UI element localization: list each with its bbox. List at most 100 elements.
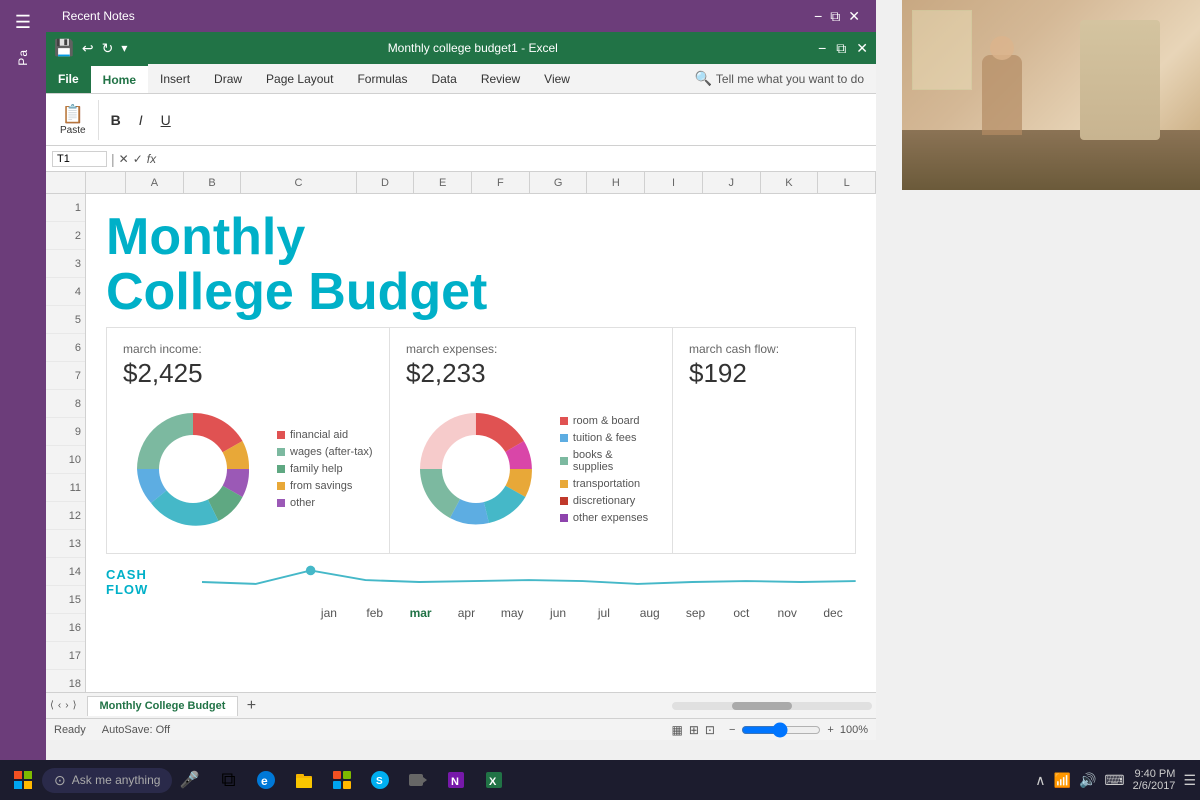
sheet-nav-next[interactable]: ›: [65, 700, 68, 711]
view-normal-btn[interactable]: ▦: [672, 723, 683, 737]
svg-text:S: S: [376, 776, 383, 787]
cortana-search[interactable]: ⊙ Ask me anything: [42, 768, 172, 793]
taskbar-store[interactable]: [324, 762, 360, 798]
row-number-16: 16: [46, 614, 85, 642]
taskbar-onenote[interactable]: N: [438, 762, 474, 798]
taskbar-files[interactable]: [286, 762, 322, 798]
taskbar-volume-icon[interactable]: 🔊: [1079, 772, 1096, 789]
taskbar-task-view[interactable]: ⧉: [210, 762, 246, 798]
sheet-nav-last[interactable]: ⟩: [73, 700, 77, 711]
svg-text:X: X: [489, 776, 497, 788]
save-icon[interactable]: 💾: [54, 38, 74, 58]
exp-legend-5: discretionary: [560, 495, 656, 507]
col-header-F: F: [472, 172, 530, 193]
confirm-formula-btn[interactable]: ✓: [133, 152, 143, 166]
spreadsheet-content: Monthly College Budget march income: $2,…: [86, 194, 876, 636]
legend-dot-2: [277, 448, 285, 456]
ribbon-btn-underline[interactable]: U: [155, 108, 177, 132]
main-grid: ABCDEFGHIJKL Monthly College Budget: [86, 172, 876, 692]
redo-icon[interactable]: ↻: [102, 40, 114, 57]
scroll-thumb[interactable]: [732, 702, 792, 710]
quick-access-toolbar: 💾 ↩ ↻ ▾: [54, 38, 127, 58]
onenote-sidebar: ☰ Pa: [0, 0, 46, 800]
taskbar-edge[interactable]: e: [248, 762, 284, 798]
ribbon-btn-paste[interactable]: 📋 Paste: [54, 100, 92, 140]
formula-icon[interactable]: fx: [147, 152, 156, 166]
tab-formulas[interactable]: Formulas: [345, 64, 419, 93]
excel-close[interactable]: ✕: [856, 40, 868, 57]
legend-item-2: wages (after-tax): [277, 446, 373, 458]
tab-view[interactable]: View: [532, 64, 582, 93]
sheet-nav-first[interactable]: ⟨: [50, 700, 54, 711]
start-button[interactable]: [4, 761, 42, 799]
taskbar-network-icon[interactable]: 📶: [1054, 772, 1071, 789]
scroll-track: [672, 702, 872, 710]
row-number-11: 11: [46, 474, 85, 502]
cells-content: Monthly College Budget march income: $2,…: [86, 194, 876, 692]
svg-text:e: e: [261, 774, 268, 788]
tab-data[interactable]: Data: [419, 64, 468, 93]
budget-title: Monthly College Budget: [106, 210, 856, 319]
tab-page-layout[interactable]: Page Layout: [254, 64, 345, 93]
zoom-slider[interactable]: [741, 722, 821, 738]
taskbar-excel[interactable]: X: [476, 762, 512, 798]
taskbar-chevron-up[interactable]: ∧: [1035, 772, 1045, 789]
month-label-apr: apr: [443, 606, 489, 620]
cashflow-label: march cash flow:: [689, 342, 839, 356]
tab-draw[interactable]: Draw: [202, 64, 254, 93]
taskbar-video[interactable]: [400, 762, 436, 798]
month-label-feb: feb: [352, 606, 398, 620]
hamburger-menu[interactable]: ☰: [7, 4, 39, 41]
ribbon-btn-font[interactable]: B: [105, 108, 127, 132]
taskbar-keyboard-icon[interactable]: ⌨: [1104, 772, 1124, 789]
excel-restore[interactable]: ⧉: [836, 40, 846, 57]
col-header-L: L: [818, 172, 876, 193]
excel-minimize[interactable]: −: [818, 40, 826, 57]
col-header-B: B: [184, 172, 242, 193]
add-sheet-button[interactable]: +: [240, 696, 262, 716]
col-header-G: G: [530, 172, 588, 193]
zoom-minus[interactable]: −: [729, 724, 735, 736]
tab-insert[interactable]: Insert: [148, 64, 202, 93]
tell-me-input[interactable]: 🔍 Tell me what you want to do: [682, 64, 876, 93]
pip-head: [990, 36, 1014, 60]
tab-review[interactable]: Review: [469, 64, 532, 93]
cell-reference[interactable]: [52, 151, 107, 167]
row-number-13: 13: [46, 530, 85, 558]
tab-file[interactable]: File: [46, 64, 91, 93]
expenses-value: $2,233: [406, 358, 656, 389]
taskbar-skype[interactable]: S: [362, 762, 398, 798]
onenote-minimize[interactable]: −: [814, 8, 822, 25]
edge-icon: e: [256, 770, 276, 790]
taskbar-clock[interactable]: 9:40 PM 2/6/2017: [1133, 768, 1176, 792]
formula-input[interactable]: [160, 152, 870, 166]
ribbon-btn-italic[interactable]: I: [133, 108, 149, 132]
windows-logo-icon: [14, 771, 32, 789]
row-numbers-list: 1234567891011121314151617181920212223: [46, 194, 85, 692]
sheet-tab-budget[interactable]: Monthly College Budget: [87, 696, 239, 716]
microphone-btn[interactable]: 🎤: [172, 763, 206, 797]
tab-home[interactable]: Home: [91, 64, 148, 93]
exp-legend-6: other expenses: [560, 512, 656, 524]
col-header-row: ABCDEFGHIJKL: [86, 172, 876, 194]
cancel-formula-btn[interactable]: ✕: [119, 152, 129, 166]
zoom-plus[interactable]: +: [827, 724, 833, 736]
col-header-J: J: [703, 172, 761, 193]
row-number-4: 4: [46, 278, 85, 306]
legend-item-4: from savings: [277, 480, 373, 492]
income-chart-content: financial aid wages (after-tax) family h…: [123, 399, 373, 539]
onenote-close[interactable]: ✕: [848, 8, 860, 25]
months-row: janfebmaraprmayjunjulaugsepoctnovdec: [106, 606, 856, 620]
view-page-btn[interactable]: ⊞: [689, 723, 699, 737]
taskbar-notifications[interactable]: ☰: [1183, 772, 1196, 789]
legend-dot-1: [277, 431, 285, 439]
undo-icon[interactable]: ↩: [82, 40, 94, 57]
taskbar-apps: ⧉ e S: [210, 762, 512, 798]
view-page-break-btn[interactable]: ⊡: [705, 723, 715, 737]
excel-title: Monthly college budget1 - Excel: [127, 41, 818, 55]
onenote-icon: N: [446, 770, 466, 790]
legend-item-5: other: [277, 497, 373, 509]
sheet-nav-prev[interactable]: ‹: [58, 700, 61, 711]
month-label-oct: oct: [718, 606, 764, 620]
onenote-maximize[interactable]: ⧉: [830, 8, 840, 25]
